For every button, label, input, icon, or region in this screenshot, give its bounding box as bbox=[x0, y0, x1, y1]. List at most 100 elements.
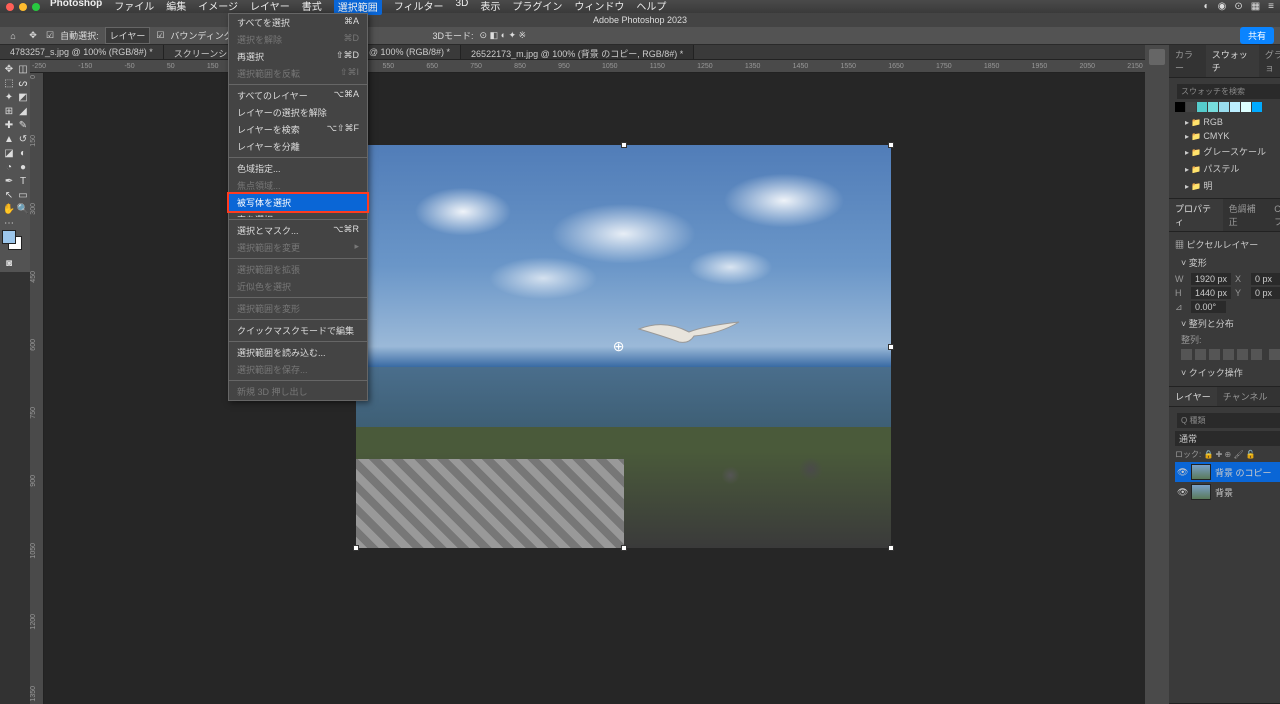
doc-tab[interactable]: 4783257_s.jpg @ 100% (RGB/8#) * bbox=[0, 45, 164, 59]
quick-actions-section[interactable]: クイック操作 bbox=[1175, 363, 1280, 382]
layer-row[interactable]: 👁背景 のコピー bbox=[1175, 462, 1280, 482]
swatch-folder[interactable]: CMYK bbox=[1175, 129, 1280, 143]
menu-item[interactable]: クイックマスクモードで編集 bbox=[229, 322, 367, 339]
eraser-tool-icon[interactable]: ◪ bbox=[2, 146, 16, 160]
menu-item[interactable]: 再選択⇧⌘D bbox=[229, 48, 367, 65]
transform-handle[interactable] bbox=[353, 545, 359, 551]
x-field[interactable]: 0 px bbox=[1251, 273, 1280, 285]
height-field[interactable]: 1440 px bbox=[1191, 287, 1231, 299]
menu-ファイル[interactable]: ファイル bbox=[114, 0, 154, 15]
menu-プラグイン[interactable]: プラグイン bbox=[512, 0, 562, 15]
frame-tool-icon[interactable]: ⊞ bbox=[2, 104, 16, 118]
type-tool-icon[interactable]: T bbox=[16, 174, 30, 188]
menu-item[interactable]: 選択範囲を読み込む... bbox=[229, 344, 367, 361]
properties-tabs[interactable]: プロパティ色調補正CC ライブ bbox=[1169, 199, 1280, 232]
width-field[interactable]: 1920 px bbox=[1191, 273, 1231, 285]
close-icon[interactable] bbox=[6, 3, 14, 11]
align-buttons[interactable] bbox=[1175, 346, 1280, 363]
marquee-tool-icon[interactable]: ⬚ bbox=[2, 76, 16, 90]
panel-tab[interactable]: パス bbox=[1273, 387, 1280, 406]
auto-select-checkbox[interactable]: ☑ bbox=[46, 30, 54, 41]
doc-tab[interactable]: 26522173_m.jpg @ 100% (背景 のコピー, RGB/8#) … bbox=[461, 45, 694, 59]
menu-item[interactable]: すべてを選択⌘A bbox=[229, 14, 367, 31]
panel-tab[interactable]: CC ライブ bbox=[1268, 199, 1280, 231]
transform-handle[interactable] bbox=[621, 142, 627, 148]
menu-フィルター[interactable]: フィルター bbox=[394, 0, 444, 15]
menu-item[interactable]: レイヤーの選択を解除 bbox=[229, 104, 367, 121]
blur-tool-icon[interactable]: ◔ bbox=[2, 160, 16, 174]
swatch-search[interactable]: スウォッチを検索 bbox=[1177, 84, 1280, 99]
brush-tool-icon[interactable]: ✎ bbox=[16, 118, 30, 132]
minimize-icon[interactable] bbox=[19, 3, 27, 11]
zoom-icon[interactable] bbox=[32, 3, 40, 11]
heal-tool-icon[interactable]: ✚ bbox=[2, 118, 16, 132]
transform-handle[interactable] bbox=[888, 142, 894, 148]
layer-thumb[interactable] bbox=[1191, 464, 1211, 480]
auto-select-target[interactable]: レイヤー bbox=[105, 27, 151, 44]
wand-tool-icon[interactable]: ✦ bbox=[2, 90, 16, 104]
transform-anchor-icon[interactable]: ⊕ bbox=[613, 338, 625, 355]
move-tool-icon[interactable]: ✥ bbox=[2, 62, 16, 76]
transform-handle[interactable] bbox=[888, 545, 894, 551]
path-tool-icon[interactable]: ↖ bbox=[2, 188, 16, 202]
tools-panel[interactable]: ✥◫ ⬚ᔕ ✦◩ ⊞◢ ✚✎ ▲↺ ◪◐ ◔● ✒T ↖▭ ✋🔍 ⋯ ◙ bbox=[0, 60, 30, 272]
color-swatch[interactable] bbox=[2, 230, 30, 256]
angle-field[interactable]: 0.00° bbox=[1191, 301, 1226, 313]
crop-tool-icon[interactable]: ◩ bbox=[16, 90, 30, 104]
panel-tab[interactable]: 色調補正 bbox=[1223, 199, 1269, 231]
document-tabs[interactable]: 4783257_s.jpg @ 100% (RGB/8#) *スクリーンショ..… bbox=[0, 45, 1280, 60]
lock-row[interactable]: ロック: 🔒 ✚ ⊕ 🖌 🔓 bbox=[1175, 447, 1280, 462]
y-field[interactable]: 0 px bbox=[1251, 287, 1280, 299]
bbox-checkbox[interactable]: ☑ bbox=[156, 30, 164, 41]
history-brush-icon[interactable]: ↺ bbox=[16, 132, 30, 146]
transform-handle[interactable] bbox=[621, 545, 627, 551]
menu-表示[interactable]: 表示 bbox=[480, 0, 500, 15]
visibility-icon[interactable]: 👁 bbox=[1177, 487, 1187, 498]
zoom-tool-icon[interactable]: 🔍 bbox=[16, 202, 30, 216]
eyedropper-tool-icon[interactable]: ◢ bbox=[16, 104, 30, 118]
visibility-icon[interactable]: 👁 bbox=[1177, 467, 1187, 478]
panel-strip[interactable] bbox=[1145, 45, 1169, 704]
menu-item[interactable]: 空を選択 bbox=[229, 211, 367, 217]
panel-tab[interactable]: プロパティ bbox=[1169, 199, 1223, 231]
swatch-folder[interactable]: グレースケール bbox=[1175, 143, 1280, 160]
document-image[interactable]: ⊕ bbox=[356, 145, 891, 548]
panel-tab[interactable]: チャンネル bbox=[1217, 387, 1274, 406]
menu-item[interactable]: すべてのレイヤー⌥⌘A bbox=[229, 87, 367, 104]
more-tools-icon[interactable]: ⋯ bbox=[2, 216, 16, 230]
align-section[interactable]: 整列と分布 bbox=[1175, 314, 1280, 333]
transform-handle[interactable] bbox=[888, 344, 894, 350]
home-icon[interactable]: ⌂ bbox=[6, 29, 20, 43]
transform-section[interactable]: 変形 bbox=[1175, 253, 1280, 272]
menu-item[interactable]: レイヤーを分離 bbox=[229, 138, 367, 155]
layer-thumb[interactable] bbox=[1191, 484, 1211, 500]
panel-tab[interactable]: カラー bbox=[1169, 45, 1206, 77]
shape-tool-icon[interactable]: ▭ bbox=[16, 188, 30, 202]
blend-mode[interactable]: 通常 bbox=[1175, 431, 1280, 446]
menu-item[interactable]: 被写体を選択 bbox=[229, 194, 367, 211]
swatch-folder[interactable]: パステル bbox=[1175, 160, 1280, 177]
menu-Photoshop[interactable]: Photoshop bbox=[50, 0, 102, 15]
layer-row[interactable]: 👁背景 bbox=[1175, 482, 1280, 502]
layer-filter[interactable]: Q 種類 bbox=[1177, 413, 1280, 428]
menu-3D[interactable]: 3D bbox=[456, 0, 469, 15]
options-bar[interactable]: ⌂ ✥ ☑ 自動選択: レイヤー ☑ バウンディングボックスを表 3Dモード: … bbox=[0, 27, 1280, 45]
panel-icon[interactable] bbox=[1149, 49, 1165, 65]
select-menu-dropdown[interactable]: すべてを選択⌘A選択を解除⌘D再選択⇧⌘D選択範囲を反転⇧⌘Iすべてのレイヤー⌥… bbox=[228, 13, 368, 401]
hand-tool-icon[interactable]: ✋ bbox=[2, 202, 16, 216]
layers-tabs[interactable]: レイヤーチャンネルパス bbox=[1169, 387, 1280, 407]
3d-mode-icons[interactable]: ⊙ ◧ ◐ ✦ ※ bbox=[480, 30, 527, 41]
menu-item[interactable]: 色域指定... bbox=[229, 160, 367, 177]
menu-item[interactable]: 選択とマスク...⌥⌘R bbox=[229, 222, 367, 239]
panel-tab[interactable]: スウォッチ bbox=[1206, 45, 1259, 77]
menu-編集[interactable]: 編集 bbox=[166, 0, 186, 15]
artboard-tool-icon[interactable]: ◫ bbox=[16, 62, 30, 76]
panel-tab[interactable]: レイヤー bbox=[1169, 387, 1217, 406]
gradient-tool-icon[interactable]: ◐ bbox=[16, 146, 30, 160]
lasso-tool-icon[interactable]: ᔕ bbox=[16, 76, 30, 90]
menu-item[interactable]: レイヤーを検索⌥⇧⌘F bbox=[229, 121, 367, 138]
share-button[interactable]: 共有 bbox=[1240, 27, 1274, 44]
color-tabs[interactable]: カラースウォッチグラデーショ bbox=[1169, 45, 1280, 78]
quickmask-icon[interactable]: ◙ bbox=[2, 256, 16, 270]
stamp-tool-icon[interactable]: ▲ bbox=[2, 132, 16, 146]
